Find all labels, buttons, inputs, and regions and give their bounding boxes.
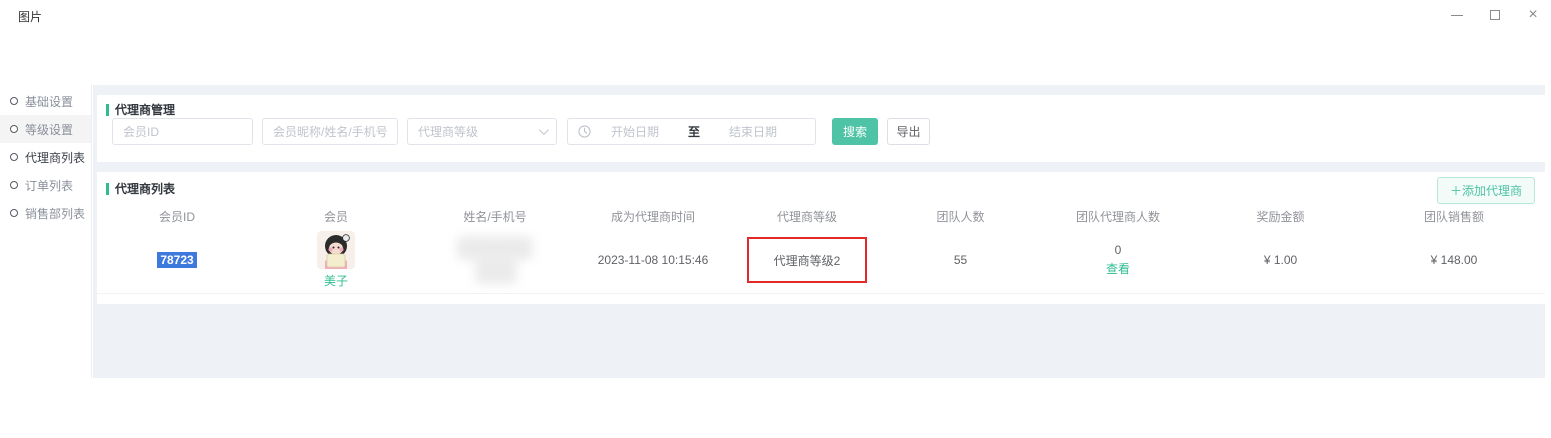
radio-circle-icon xyxy=(10,125,18,133)
cell-reward-amount: ¥ 1.00 xyxy=(1198,227,1363,293)
cell-member: 美子 xyxy=(257,227,415,293)
end-date-placeholder: 结束日期 xyxy=(709,123,797,140)
agent-level-text: 代理商等级2 xyxy=(774,252,841,269)
view-link[interactable]: 查看 xyxy=(1106,260,1130,277)
cell-become-time: 2023-11-08 10:15:46 xyxy=(575,227,731,293)
minimize-icon[interactable] xyxy=(1449,7,1465,23)
col-team-agent-count: 团队代理商人数 xyxy=(1038,205,1198,227)
cell-team-sales: ¥ 148.00 xyxy=(1363,227,1545,293)
filters-row: 代理商等级 开始日期 至 结束日期 搜索 导出 xyxy=(112,118,930,145)
radio-circle-icon xyxy=(10,97,18,105)
agent-management-card: 代理商管理 代理商等级 开始日期 至 结束日期 搜 xyxy=(97,95,1545,162)
window-titlebar: 图片 × xyxy=(0,0,1551,30)
maximize-icon[interactable] xyxy=(1487,7,1503,23)
section-accent-bar xyxy=(106,183,109,195)
col-member-id: 会员ID xyxy=(97,205,257,227)
cell-agent-level: 代理商等级2 xyxy=(731,227,883,293)
member-info-input[interactable] xyxy=(262,118,398,145)
date-separator: 至 xyxy=(679,123,709,140)
col-team-count: 团队人数 xyxy=(883,205,1038,227)
clock-icon xyxy=(578,125,591,138)
app-area: 基础设置 等级设置 代理商列表 订单列表 销售部列表 代理商管理 xyxy=(0,85,1551,378)
close-icon[interactable]: × xyxy=(1525,7,1541,23)
cell-team-agent-count: 0 查看 xyxy=(1038,227,1198,293)
date-range-picker[interactable]: 开始日期 至 结束日期 xyxy=(567,118,816,145)
radio-circle-icon xyxy=(10,181,18,189)
table-header-row: 会员ID 会员 姓名/手机号 成为代理商时间 代理商等级 团队人数 团队代理商人… xyxy=(97,205,1545,227)
member-id-input[interactable] xyxy=(112,118,253,145)
sidebar-item-agent-list[interactable]: 代理商列表 xyxy=(0,143,91,171)
add-agent-button[interactable]: ＋添加代理商 xyxy=(1437,177,1535,204)
agent-list-card: 代理商列表 ＋添加代理商 会员ID 会员 姓名/手机号 成为代理商时间 代理商等… xyxy=(97,172,1545,304)
main-content: 代理商管理 代理商等级 开始日期 至 结束日期 搜 xyxy=(93,85,1545,378)
window-controls: × xyxy=(1449,0,1541,30)
col-reward-amount: 奖励金额 xyxy=(1198,205,1363,227)
sidebar-item-order-list[interactable]: 订单列表 xyxy=(0,171,91,199)
section-title-agent-list: 代理商列表 xyxy=(106,180,175,197)
section-accent-bar xyxy=(106,104,109,116)
blurred-name-phone xyxy=(453,234,537,286)
col-member: 会员 xyxy=(257,205,415,227)
window-title: 图片 xyxy=(18,8,42,25)
agent-level-select[interactable]: 代理商等级 xyxy=(407,118,557,145)
agent-table: 会员ID 会员 姓名/手机号 成为代理商时间 代理商等级 团队人数 团队代理商人… xyxy=(97,205,1545,294)
sidebar: 基础设置 等级设置 代理商列表 订单列表 销售部列表 xyxy=(0,85,92,378)
start-date-placeholder: 开始日期 xyxy=(591,123,679,140)
cell-name-phone xyxy=(415,227,575,293)
sidebar-item-basic-settings[interactable]: 基础设置 xyxy=(0,87,91,115)
search-button[interactable]: 搜索 xyxy=(832,118,878,145)
radio-circle-icon xyxy=(10,153,18,161)
chevron-down-icon xyxy=(539,125,549,135)
section-title-agent-management: 代理商管理 xyxy=(106,101,175,118)
member-id-selected-text: 78723 xyxy=(157,252,196,268)
col-team-sales: 团队销售额 xyxy=(1363,205,1545,227)
member-nickname: 美子 xyxy=(324,272,348,289)
col-agent-level: 代理商等级 xyxy=(731,205,883,227)
team-agent-count-value: 0 xyxy=(1115,243,1122,257)
member-avatar xyxy=(317,231,355,269)
sidebar-item-sales-dept-list[interactable]: 销售部列表 xyxy=(0,199,91,227)
radio-circle-icon xyxy=(10,209,18,217)
cell-member-id: 78723 xyxy=(97,227,257,293)
col-become-time: 成为代理商时间 xyxy=(575,205,731,227)
col-name-phone: 姓名/手机号 xyxy=(415,205,575,227)
cell-team-count: 55 xyxy=(883,227,1038,293)
sidebar-item-level-settings[interactable]: 等级设置 xyxy=(0,115,91,143)
export-button[interactable]: 导出 xyxy=(887,118,930,145)
table-row: 78723 xyxy=(97,227,1545,294)
